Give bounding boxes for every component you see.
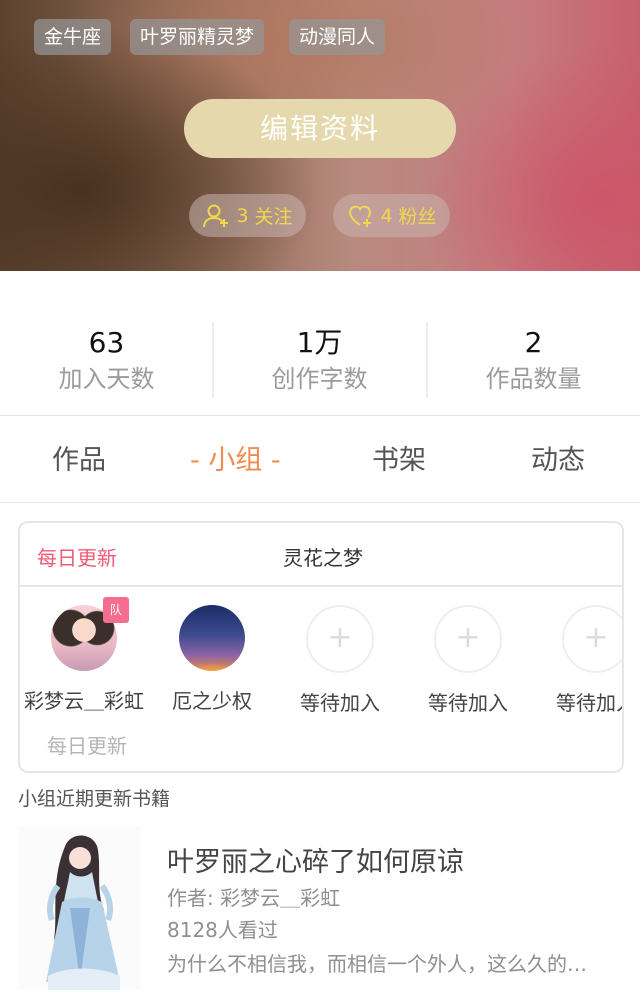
stat-label: 创作字数 <box>271 365 368 393</box>
edit-profile-button[interactable]: 编辑资料 <box>184 99 456 158</box>
divider <box>0 415 640 416</box>
stat-works-count: 2 作品数量 <box>427 318 640 396</box>
member-name: 彩梦云＿彩虹 <box>24 689 144 713</box>
tag-category[interactable]: 动漫同人 <box>289 19 386 55</box>
add-member-icon[interactable]: + <box>562 605 622 673</box>
follow-label: 关注 <box>254 206 293 228</box>
add-member-icon[interactable]: + <box>434 605 502 673</box>
book-author[interactable]: 作者: 彩梦云＿彩虹 <box>167 882 340 911</box>
stat-label: 作品数量 <box>485 365 582 393</box>
book-cover[interactable] <box>18 826 141 990</box>
tab-group[interactable]: - 小组 - <box>190 441 281 481</box>
stat-join-days: 63 加入天数 <box>0 318 213 396</box>
divider <box>426 322 428 398</box>
tab-works[interactable]: 作品 <box>52 441 106 481</box>
stat-label: 加入天数 <box>58 365 155 393</box>
stat-value: 1万 <box>296 326 343 359</box>
avatar[interactable]: 队 <box>51 597 129 671</box>
add-member-icon[interactable]: + <box>306 605 374 673</box>
group-member-slot[interactable]: + 等待加入 <box>276 605 404 716</box>
recent-books-title: 小组近期更新书籍 <box>18 788 171 810</box>
group-tag: 每日更新 <box>37 546 117 570</box>
member-name: 厄之少权 <box>172 689 252 713</box>
book-title[interactable]: 叶罗丽之心碎了如何原谅 <box>167 840 464 879</box>
heart-plus-icon <box>346 202 374 230</box>
member-name: 等待加入 <box>300 691 380 715</box>
profile-header: 金牛座 叶罗丽精灵梦 动漫同人 编辑资料 3 关注 4 粉丝 <box>0 0 640 271</box>
group-member-slot[interactable]: + 等待加入 <box>532 605 622 716</box>
group-member[interactable]: 厄之少权 <box>148 605 276 714</box>
divider <box>0 502 640 503</box>
tab-bookshelf[interactable]: 书架 <box>372 441 426 481</box>
fans-label: 粉丝 <box>398 206 437 228</box>
book-description: 为什么不相信我，而相信一个外人，这么久的… <box>167 952 587 976</box>
avatar[interactable] <box>179 605 245 671</box>
group-footer-tag: 每日更新 <box>47 734 127 758</box>
stat-value: 63 <box>88 326 125 359</box>
stats-row: 63 加入天数 1万 创作字数 2 作品数量 <box>0 318 640 398</box>
group-member-slot[interactable]: + 等待加入 <box>404 605 532 716</box>
group-member[interactable]: 队 彩梦云＿彩虹 <box>20 597 148 714</box>
tab-activity[interactable]: 动态 <box>531 441 585 481</box>
member-name: 等待加入 <box>428 691 508 715</box>
group-name[interactable]: 灵花之梦 <box>283 542 363 571</box>
tag-fandom[interactable]: 叶罗丽精灵梦 <box>130 19 265 55</box>
fans-button[interactable]: 4 粉丝 <box>333 194 450 237</box>
follow-count: 3 <box>236 204 249 227</box>
book-cover-illustration <box>18 826 141 990</box>
tag-zodiac[interactable]: 金牛座 <box>34 19 112 55</box>
book-views: 8128人看过 <box>167 918 278 942</box>
member-name: 等待加入 <box>556 691 622 715</box>
divider <box>20 585 622 587</box>
follow-button[interactable]: 3 关注 <box>189 194 306 237</box>
add-user-icon <box>202 202 230 230</box>
divider <box>212 322 214 398</box>
leader-badge: 队 <box>103 597 129 623</box>
fans-count: 4 <box>380 204 393 227</box>
stat-word-count: 1万 创作字数 <box>213 318 426 396</box>
stat-value: 2 <box>524 326 543 359</box>
group-card[interactable]: 每日更新 灵花之梦 队 彩梦云＿彩虹 厄之少权 + 等待加入 + 等待加入 + … <box>18 521 624 773</box>
